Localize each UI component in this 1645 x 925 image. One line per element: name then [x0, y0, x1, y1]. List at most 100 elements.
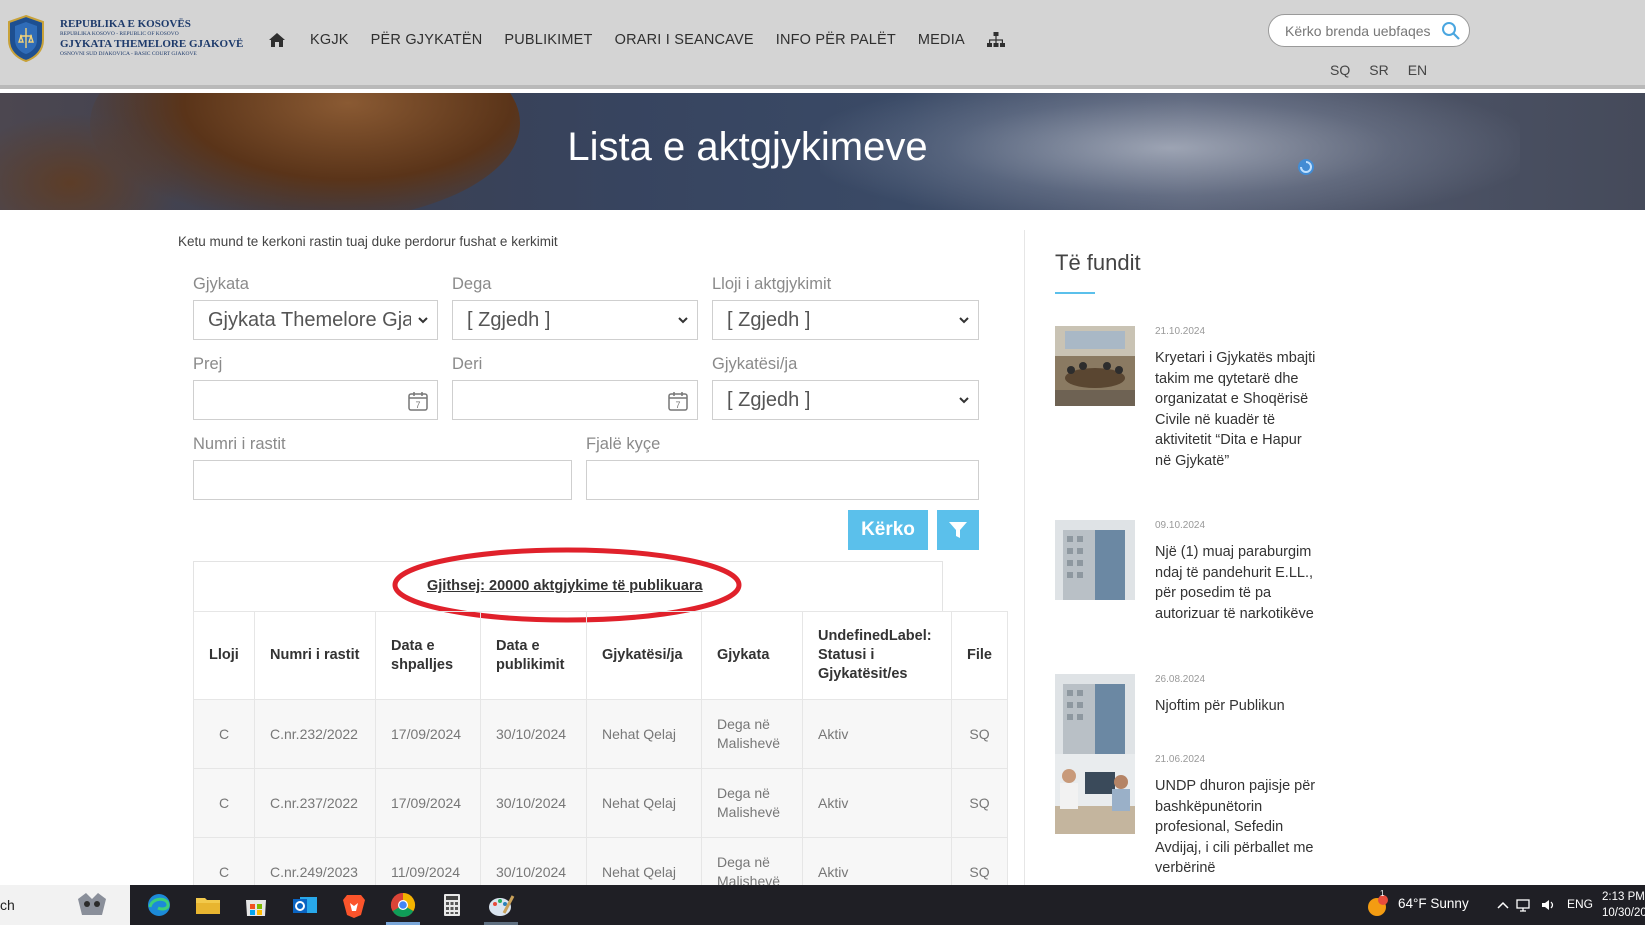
court-select[interactable]: Gjykata Themelore Gjakovë	[193, 300, 438, 340]
input-language[interactable]: ENG	[1567, 897, 1593, 911]
branch-select[interactable]: [ Zgjedh ]	[452, 300, 698, 340]
home-icon[interactable]	[268, 32, 286, 48]
lang-sq[interactable]: SQ	[1330, 62, 1350, 78]
taskbar-search[interactable]: ch	[0, 885, 130, 925]
news-thumbnail[interactable]	[1055, 520, 1135, 600]
col-statusi[interactable]: UndefinedLabel: Statusi i Gjykatësit/es	[802, 611, 952, 700]
microsoft-store-icon[interactable]	[241, 891, 271, 919]
weather-text[interactable]: 64°F Sunny	[1398, 896, 1469, 911]
loading-spinner-icon	[1298, 159, 1314, 175]
judgment-type-select-value: [ Zgjedh ]	[727, 309, 811, 331]
chevron-up-icon[interactable]	[1495, 897, 1511, 913]
calendar-icon[interactable]: 7	[667, 390, 689, 412]
judge-select-value: [ Zgjedh ]	[727, 389, 811, 411]
case-number-input[interactable]	[193, 460, 572, 500]
cell-gjykata: Dega në Malishevë	[701, 768, 803, 838]
to-date-input[interactable]: 7	[452, 380, 698, 420]
cell-statusi: Aktiv	[802, 768, 952, 838]
nav-media[interactable]: MEDIA	[918, 32, 965, 48]
cell-data-publikimit: 30/10/2024	[480, 768, 587, 838]
case-number-label: Numri i rastit	[193, 435, 286, 453]
nav-per-gjykaten[interactable]: PËR GJYKATËN	[371, 32, 483, 48]
judgment-type-select[interactable]: [ Zgjedh ]	[712, 300, 979, 340]
chevron-down-icon	[418, 317, 428, 324]
col-gjykata[interactable]: Gjykata	[701, 611, 803, 700]
filter-button[interactable]	[937, 510, 979, 550]
coat-of-arms-icon	[8, 14, 44, 62]
search-intro-text: Ketu mund te kerkoni rastin tuaj duke pe…	[178, 234, 558, 249]
news-item[interactable]: 21.06.2024 UNDP dhuron pajisje për bashk…	[1055, 754, 1335, 884]
news-date: 21.06.2024	[1155, 754, 1206, 765]
hero-banner: Lista e aktgjykimeve	[0, 93, 1645, 210]
col-gjykatesi[interactable]: Gjykatësi/ja	[586, 611, 702, 700]
table-row[interactable]: C C.nr.237/2022 17/09/2024 30/10/2024 Ne…	[193, 768, 1008, 838]
col-numri-i-rastit[interactable]: Numri i rastit	[254, 611, 376, 700]
news-thumbnail[interactable]	[1055, 674, 1135, 754]
news-title[interactable]: Një (1) muaj paraburgim ndaj të pandehur…	[1155, 542, 1320, 624]
cell-data-publikimit: 30/10/2024	[480, 699, 587, 769]
nav-kgjk[interactable]: KGJK	[310, 32, 349, 48]
calendar-icon[interactable]: 7	[407, 390, 429, 412]
logo-line-2: REPUBLIKA KOSOVO - REPUBLIC OF KOSOVO	[60, 30, 179, 37]
cell-data-shpalljes: 17/09/2024	[375, 699, 481, 769]
windows-taskbar: ch 1 64°F Sunny ENG 2:13 PM 10/30/20	[0, 885, 1645, 925]
search-button[interactable]: Kërko	[848, 510, 928, 550]
news-item[interactable]: 09.10.2024 Një (1) muaj paraburgim ndaj …	[1055, 520, 1335, 650]
logo-line-1: REPUBLIKA E KOSOVËS	[60, 17, 191, 30]
logo-line-3: GJYKATA THEMELORE GJAKOVË	[60, 38, 244, 50]
chevron-down-icon	[959, 317, 969, 324]
court-building-photo-icon	[1055, 674, 1135, 754]
news-title[interactable]: Njoftim për Publikun	[1155, 696, 1320, 717]
col-lloji[interactable]: Lloji	[193, 611, 255, 700]
chrome-icon[interactable]	[388, 891, 418, 919]
news-item[interactable]: 21.10.2024 Kryetari i Gjykatës mbajti ta…	[1055, 326, 1335, 496]
edge-icon[interactable]	[144, 891, 174, 919]
weather-sun-icon[interactable]	[1367, 895, 1389, 917]
main-nav: KGJK PËR GJYKATËN PUBLIKIMET ORARI I SEA…	[268, 32, 1005, 48]
news-thumbnail[interactable]	[1055, 326, 1135, 406]
brave-browser-icon[interactable]	[339, 891, 369, 919]
keyword-input[interactable]	[586, 460, 979, 500]
cell-gjykatesi: Nehat Qelaj	[586, 768, 702, 838]
court-logo[interactable]: REPUBLIKA E KOSOVËS REPUBLIKA KOSOVO - R…	[6, 14, 243, 62]
table-row[interactable]: C C.nr.232/2022 17/09/2024 30/10/2024 Ne…	[193, 699, 1008, 769]
meeting-photo-icon	[1055, 326, 1135, 406]
site-search-input[interactable]	[1283, 22, 1437, 40]
taskbar-clock[interactable]: 2:13 PM 10/30/2024	[1602, 889, 1645, 921]
sidebar-title-underline	[1055, 292, 1095, 294]
network-icon[interactable]	[1515, 897, 1531, 913]
lang-en[interactable]: EN	[1408, 62, 1427, 78]
nav-orari-i-seancave[interactable]: ORARI I SEANCAVE	[615, 32, 754, 48]
col-data-e-publikimit[interactable]: Data e publikimit	[480, 611, 587, 700]
paint-icon[interactable]	[486, 891, 516, 919]
nav-info-per-palet[interactable]: INFO PËR PALËT	[776, 32, 896, 48]
from-date-input[interactable]: 7	[193, 380, 438, 420]
judgment-type-label: Lloji i aktgjykimit	[712, 275, 832, 293]
to-date-label: Deri	[452, 355, 483, 373]
cell-file-link[interactable]: SQ	[951, 699, 1008, 769]
nav-publikimet[interactable]: PUBLIKIMET	[504, 32, 592, 48]
weather-badge: 1	[1380, 889, 1385, 898]
col-data-e-shpalljes[interactable]: Data e shpalljes	[375, 611, 481, 700]
lang-sr[interactable]: SR	[1369, 62, 1388, 78]
news-thumbnail[interactable]	[1055, 754, 1135, 834]
cell-file-link[interactable]: SQ	[951, 768, 1008, 838]
cell-numri[interactable]: C.nr.237/2022	[254, 768, 376, 838]
news-date: 26.08.2024	[1155, 674, 1206, 685]
judge-select[interactable]: [ Zgjedh ]	[712, 380, 979, 420]
cell-numri[interactable]: C.nr.232/2022	[254, 699, 376, 769]
outlook-icon[interactable]	[290, 891, 320, 919]
news-title[interactable]: UNDP dhuron pajisje për bashkëpunëtorin …	[1155, 776, 1320, 879]
search-icon[interactable]	[1441, 21, 1461, 41]
col-file[interactable]: File	[951, 611, 1008, 700]
file-explorer-icon[interactable]	[193, 891, 223, 919]
clock-time: 2:13 PM	[1602, 891, 1645, 903]
news-item[interactable]: 26.08.2024 Njoftim për Publikun	[1055, 674, 1335, 754]
clock-date: 10/30/2024	[1602, 907, 1645, 919]
sitemap-icon[interactable]	[986, 32, 1005, 48]
sidebar-title: Të fundit	[1055, 250, 1141, 275]
calculator-icon[interactable]	[437, 891, 467, 919]
cell-lloji: C	[193, 768, 255, 838]
volume-icon[interactable]	[1540, 897, 1556, 913]
news-title[interactable]: Kryetari i Gjykatës mbajti takim me qyte…	[1155, 348, 1320, 471]
